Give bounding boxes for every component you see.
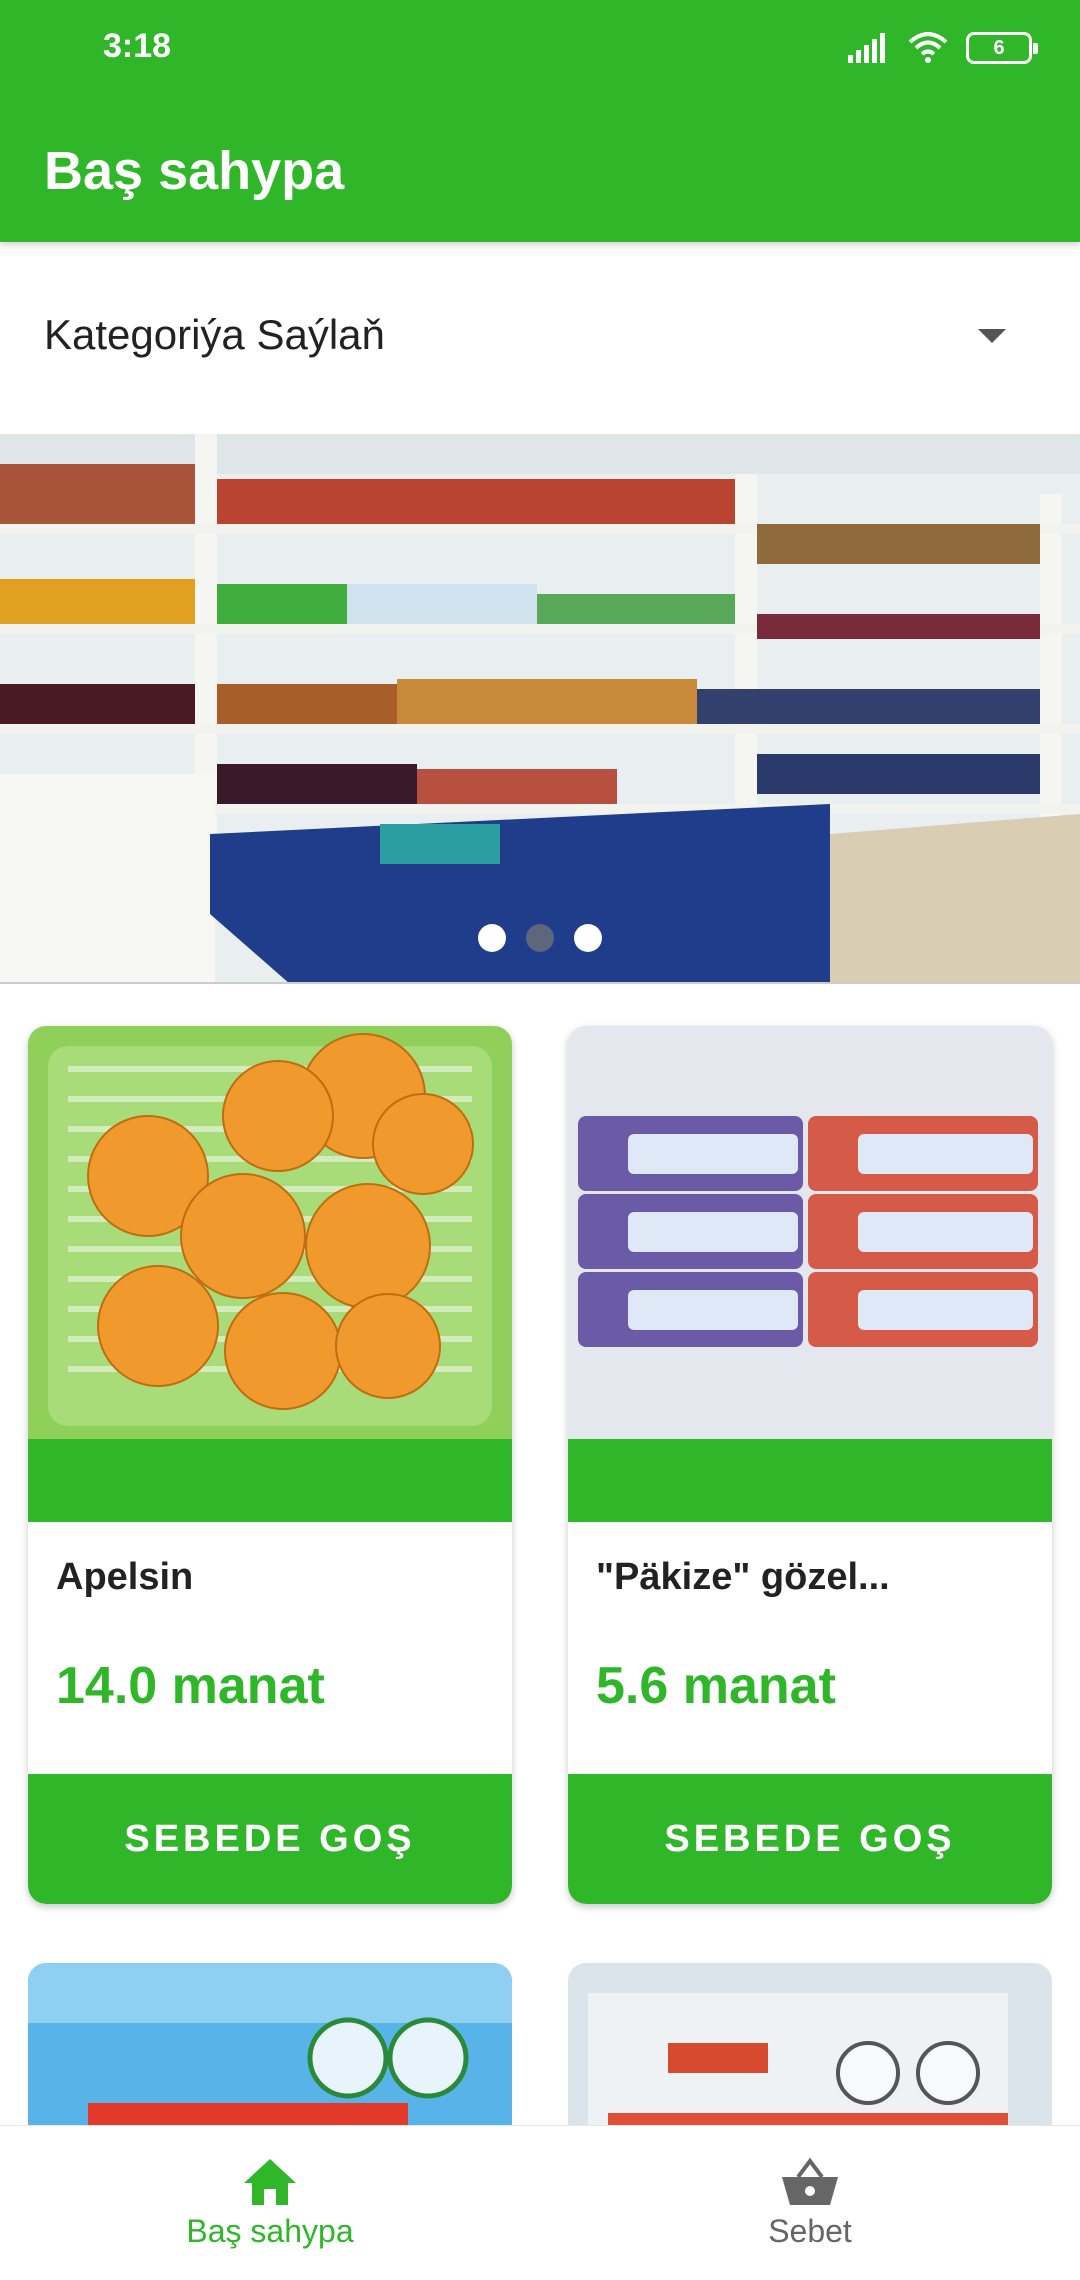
banner-carousel[interactable] <box>0 434 1080 984</box>
category-label: Kategoriýa Saýlaň <box>44 311 385 358</box>
carousel-dot[interactable] <box>574 924 602 952</box>
page-title: Baş sahypa <box>44 141 345 201</box>
product-name: Apelsin <box>56 1556 194 1598</box>
carousel-dot[interactable] <box>478 924 506 952</box>
battery-icon: 6 <box>966 32 1038 64</box>
dropdown-arrow-icon <box>978 329 1006 343</box>
signal-icon <box>848 33 885 63</box>
carousel-indicator <box>0 924 1080 952</box>
product-image-footer <box>568 1439 1052 1522</box>
carousel-dot[interactable] <box>526 924 554 952</box>
nav-home-label: Baş sahypa <box>186 2212 354 2249</box>
product-image <box>28 1026 512 1439</box>
banner-image <box>0 434 1080 982</box>
product-price: 5.6 manat <box>596 1657 836 1715</box>
home-icon <box>244 2158 296 2205</box>
add-to-cart-button[interactable]: SEBEDE GOŞ <box>568 1774 1052 1904</box>
add-to-cart-button[interactable]: SEBEDE GOŞ <box>28 1774 512 1904</box>
product-image-footer <box>28 1439 512 1522</box>
status-icons: 6 <box>846 28 1038 68</box>
bottom-navigation: Baş sahypa Sebet <box>0 2125 1080 2280</box>
nav-home[interactable]: Baş sahypa <box>0 2126 540 2280</box>
basket-icon <box>782 2157 838 2205</box>
category-dropdown[interactable]: Kategoriýa Saýlaň <box>0 260 1080 410</box>
nav-cart-label: Sebet <box>768 2212 852 2249</box>
product-card[interactable]: "Päkize" gözel... 5.6 manat SEBEDE GOŞ <box>568 1026 1052 1904</box>
product-card[interactable]: Apelsin 14.0 manat SEBEDE GOŞ <box>28 1026 512 1904</box>
battery-level: 6 <box>993 36 1005 59</box>
nav-cart[interactable]: Sebet <box>540 2126 1080 2280</box>
app-header: 3:18 6 Baş sahypa <box>0 0 1080 242</box>
wifi-icon <box>908 32 948 63</box>
status-time: 3:18 <box>103 27 172 65</box>
product-name: "Päkize" gözel... <box>596 1556 890 1598</box>
product-image <box>568 1026 1052 1439</box>
product-price: 14.0 manat <box>56 1657 325 1715</box>
